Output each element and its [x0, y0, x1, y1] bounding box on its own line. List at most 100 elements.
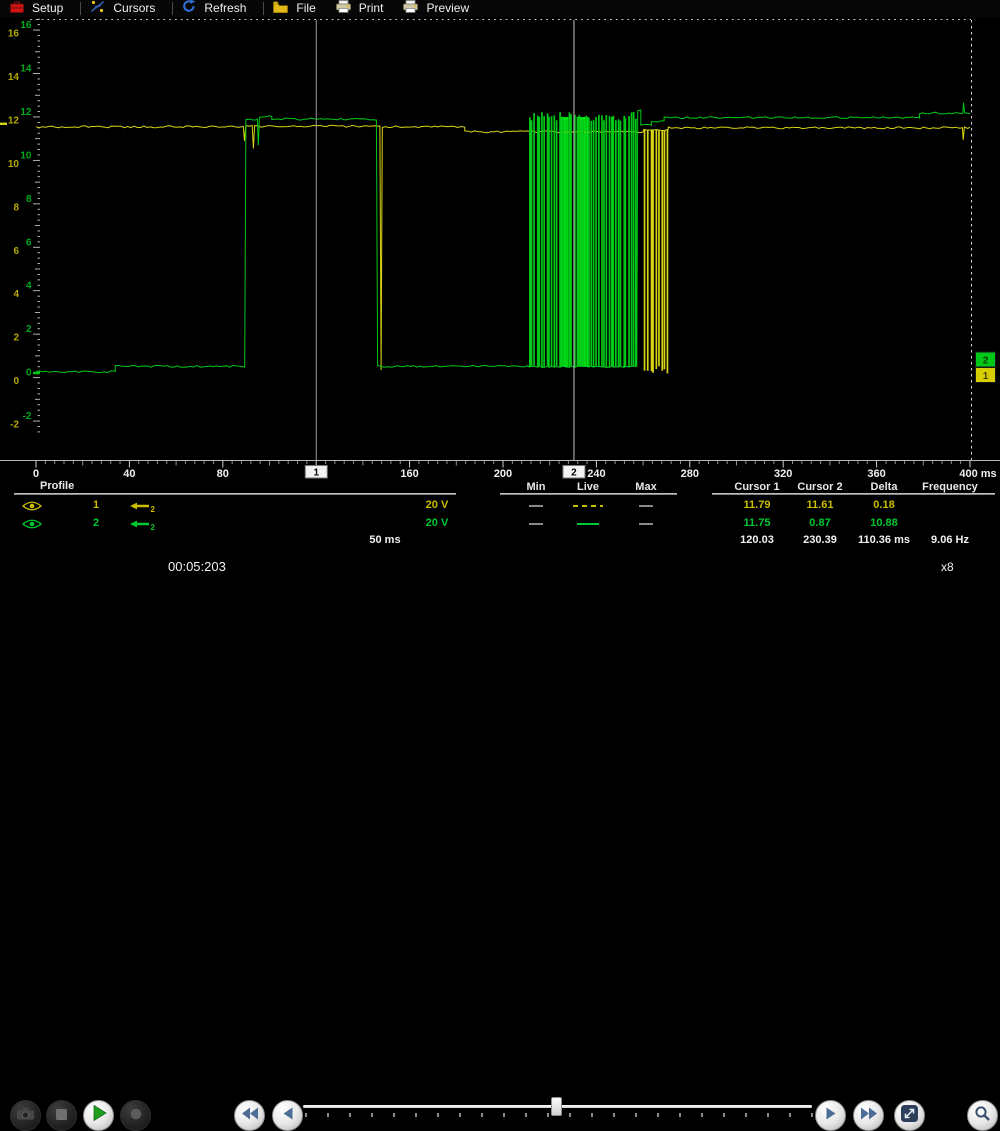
menu-file-label: File — [296, 0, 315, 17]
timeline-tick — [745, 1113, 747, 1117]
channel-delta-value: 10.88 — [844, 517, 924, 529]
timeline-tick — [481, 1113, 483, 1117]
file-folder-icon — [273, 0, 288, 18]
timeline-tick — [547, 1113, 549, 1117]
refresh-icon — [182, 0, 196, 18]
y-axis-label-ch1: 12 — [8, 115, 20, 126]
channel-probe-icon[interactable]: 2 — [128, 500, 158, 513]
timeline-tick — [371, 1113, 373, 1117]
x-axis-label: 160 — [400, 468, 418, 480]
y-axis-label-ch2: 0 — [26, 368, 32, 379]
cursor-axis-box-label: 2 — [571, 468, 577, 479]
channel-visible-eye-icon[interactable] — [22, 518, 42, 530]
menu-cursors[interactable]: Cursors — [84, 0, 169, 17]
timeline-tick — [701, 1113, 703, 1117]
scope-plot[interactable]: 16161414121210108866442200-2-21204080160… — [0, 17, 1000, 480]
timeline-tick — [415, 1113, 417, 1117]
svg-text:2: 2 — [151, 505, 156, 513]
transport-bar: 00:05:203 x8 — [0, 550, 1000, 588]
fit-to-screen-button[interactable] — [894, 1100, 925, 1131]
print-preview-icon — [403, 0, 418, 18]
y-axis-label-ch2: 4 — [26, 281, 32, 292]
x-axis-label: 0 — [33, 468, 39, 480]
play-button[interactable] — [83, 1100, 114, 1131]
y-axis-label-ch1: 2 — [13, 333, 19, 344]
y-axis-label-ch1: 0 — [13, 376, 19, 387]
x-axis-label: 40 — [123, 468, 135, 480]
timeline-tick — [569, 1113, 571, 1117]
waveform-channel-1 — [36, 125, 970, 373]
playback-time: 00:05:203 — [168, 559, 226, 574]
y-axis-label-ch1: -2 — [10, 420, 19, 431]
rewind-button[interactable] — [234, 1100, 265, 1131]
timebase-value: 50 ms — [345, 534, 425, 546]
svg-text:2: 2 — [151, 523, 156, 531]
menu-preview[interactable]: Preview — [397, 0, 483, 17]
y-axis-label-ch2: 2 — [26, 324, 32, 335]
menu-print-label: Print — [359, 0, 384, 17]
y-axis-label-ch2: 8 — [26, 194, 32, 205]
printer-icon — [336, 0, 351, 18]
timeline-tick — [789, 1113, 791, 1117]
profile-rows: 1220 V11.7911.610.182220 V11.750.8710.88 — [0, 480, 1000, 534]
menu-separator — [172, 2, 173, 15]
stop-icon — [56, 1107, 67, 1125]
snapshot-camera-button[interactable] — [10, 1100, 41, 1131]
channel-range: 20 V — [407, 499, 467, 511]
y-axis-label-ch2: 6 — [26, 237, 32, 248]
channel-max-dash — [639, 505, 653, 507]
step-back-icon — [282, 1107, 294, 1125]
timeline-tick — [503, 1113, 505, 1117]
resize-icon — [900, 1104, 919, 1128]
y-axis-label-ch2: -2 — [23, 411, 32, 422]
timeline-slider-thumb[interactable] — [551, 1097, 562, 1116]
setup-icon — [10, 0, 24, 18]
channel-marker-label: 2 — [983, 356, 989, 367]
record-button[interactable] — [120, 1100, 151, 1131]
menu-bar: Setup Cursors Refresh File Print Preview — [0, 0, 1000, 17]
rewind-icon — [241, 1107, 259, 1125]
y-axis-label-ch2: 16 — [20, 20, 32, 31]
timeline-tick — [767, 1113, 769, 1117]
channel-number: 2 — [86, 517, 106, 529]
channel-live-swatch — [573, 505, 603, 507]
scope-app: { "menu": { "items": [ {"id":"setup","la… — [0, 0, 1000, 588]
menu-file[interactable]: File — [267, 0, 329, 17]
menu-cursors-label: Cursors — [113, 0, 155, 17]
channel-marker-label: 1 — [983, 371, 989, 382]
timeline-tick — [525, 1113, 527, 1117]
ch2-level-tick — [33, 372, 40, 374]
x-axis-label: 240 — [587, 468, 605, 480]
stop-button[interactable] — [46, 1100, 77, 1131]
channel-visible-eye-icon[interactable] — [22, 500, 42, 512]
x-axis-label: 280 — [681, 468, 699, 480]
y-axis-label-ch2: 10 — [20, 150, 32, 161]
y-axis-label-ch2: 12 — [20, 107, 32, 118]
channel-number: 1 — [86, 499, 106, 511]
channel-probe-icon[interactable]: 2 — [128, 518, 158, 531]
timeline-tick — [635, 1113, 637, 1117]
timeline-tick — [327, 1113, 329, 1117]
timeline-tick — [679, 1113, 681, 1117]
channel-max-dash — [639, 523, 653, 525]
timeline-tick — [437, 1113, 439, 1117]
waveform-channel-2 — [36, 103, 970, 373]
step-back-button[interactable] — [272, 1100, 303, 1131]
menu-setup-label: Setup — [32, 0, 63, 17]
menu-print[interactable]: Print — [330, 0, 398, 17]
ch1-level-tick — [0, 123, 7, 125]
menu-refresh[interactable]: Refresh — [176, 0, 260, 17]
step-forward-button[interactable] — [815, 1100, 846, 1131]
menu-refresh-label: Refresh — [204, 0, 246, 17]
menu-separator — [263, 2, 264, 15]
step-forward-icon — [825, 1107, 837, 1125]
timeline-tick — [657, 1113, 659, 1117]
zoom-button[interactable] — [967, 1100, 998, 1131]
record-icon — [130, 1107, 142, 1125]
menu-setup[interactable]: Setup — [4, 0, 77, 17]
cursors-icon — [90, 0, 105, 18]
y-axis-label-ch1: 8 — [13, 202, 19, 213]
fast-forward-button[interactable] — [853, 1100, 884, 1131]
profile-channel-row: 2220 V11.750.8710.88 — [0, 517, 1000, 533]
cursor-axis-box-label: 1 — [313, 468, 319, 479]
